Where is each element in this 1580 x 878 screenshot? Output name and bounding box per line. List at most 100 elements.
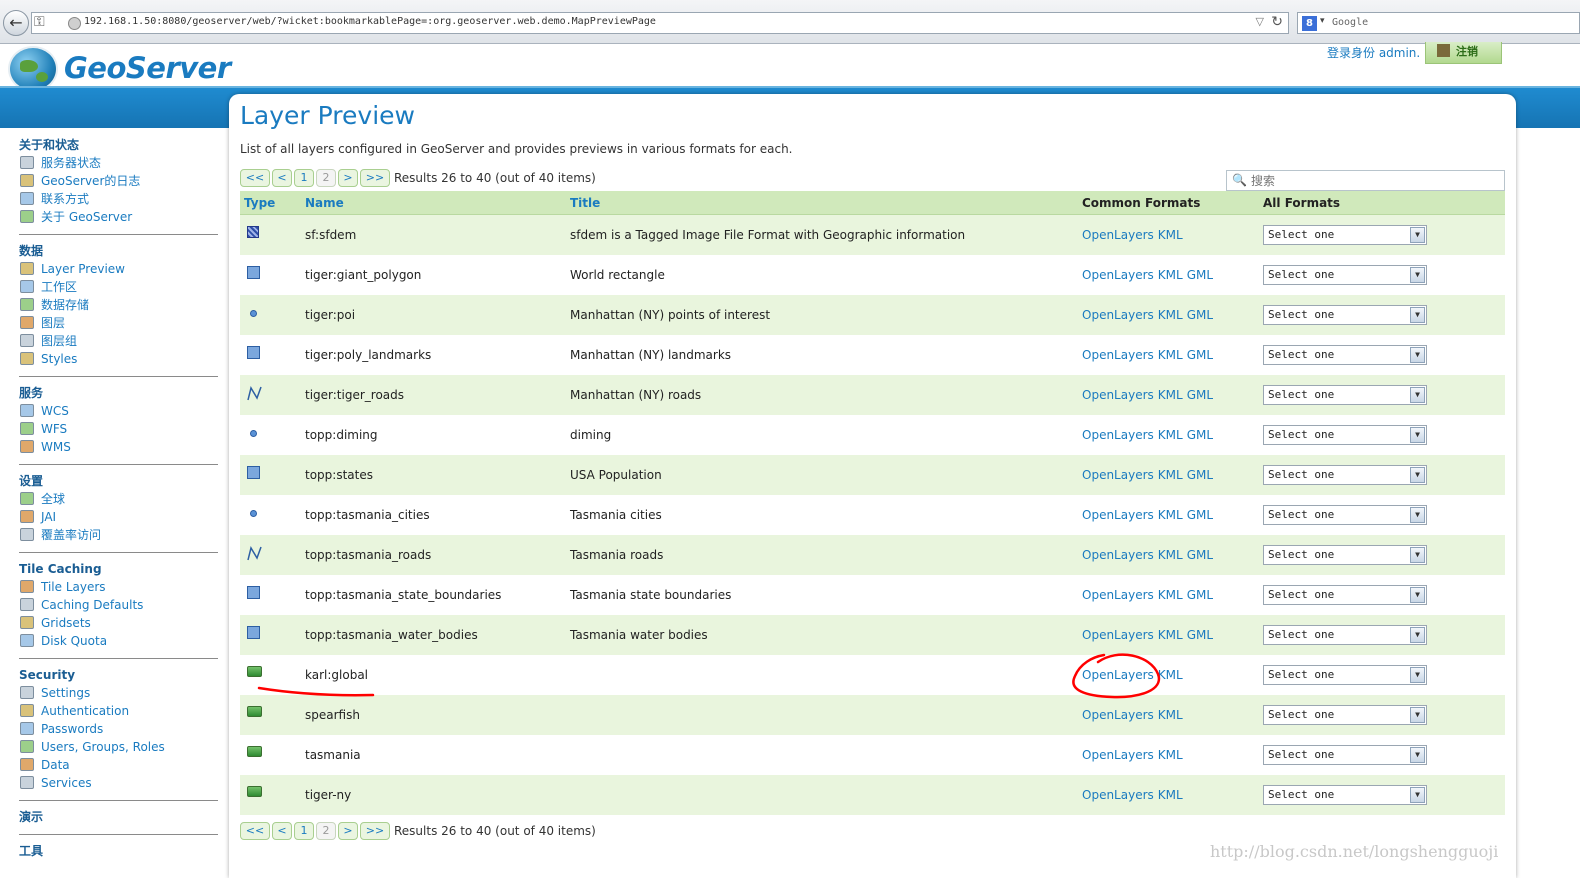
chevron-down-icon[interactable]: ▼ — [1410, 747, 1425, 763]
column-type[interactable]: Type — [244, 196, 275, 210]
format-select[interactable]: Select one ▼ — [1263, 345, 1427, 365]
format-link-kml[interactable]: KML — [1158, 508, 1183, 522]
nav-item[interactable]: WFS — [19, 420, 218, 438]
address-bar[interactable]: ⚿ 192.168.1.50:8080/geoserver/web/?wicke… — [31, 12, 1289, 34]
filter-input[interactable] — [1249, 172, 1499, 189]
pager-first-button[interactable]: << — [240, 169, 270, 187]
format-link-gml[interactable]: GML — [1187, 628, 1213, 642]
search-engine-dropdown-icon[interactable]: ▾ — [1320, 16, 1325, 26]
nav-item[interactable]: 数据存储 — [19, 296, 218, 314]
format-link-gml[interactable]: GML — [1187, 348, 1213, 362]
format-link-gml[interactable]: GML — [1187, 508, 1213, 522]
chevron-down-icon[interactable]: ▼ — [1410, 267, 1425, 283]
pager-last-button[interactable]: >> — [360, 822, 390, 840]
geoserver-logo-text[interactable]: GeoServer — [64, 51, 231, 85]
column-name[interactable]: Name — [305, 196, 344, 210]
format-select[interactable]: Select one ▼ — [1263, 705, 1427, 725]
pager-first-button[interactable]: << — [240, 822, 270, 840]
url-dropdown-icon[interactable]: ▽ — [1256, 15, 1264, 28]
pager-prev-button[interactable]: < — [272, 822, 292, 840]
nav-item[interactable]: 工作区 — [19, 278, 218, 296]
format-link-openlayers[interactable]: OpenLayers — [1082, 668, 1154, 682]
format-link-openlayers[interactable]: OpenLayers — [1082, 748, 1154, 762]
logout-button[interactable]: 注销 — [1425, 42, 1502, 64]
nav-item[interactable]: Data — [19, 756, 218, 774]
nav-item[interactable]: Styles — [19, 350, 218, 368]
pager-next-button[interactable]: > — [338, 822, 358, 840]
format-link-openlayers[interactable]: OpenLayers — [1082, 268, 1154, 282]
format-select[interactable]: Select one ▼ — [1263, 785, 1427, 805]
format-link-gml[interactable]: GML — [1187, 308, 1213, 322]
format-link-kml[interactable]: KML — [1158, 268, 1183, 282]
chevron-down-icon[interactable]: ▼ — [1410, 787, 1425, 803]
nav-item[interactable]: 覆盖率访问 — [19, 526, 218, 544]
nav-item[interactable]: Disk Quota — [19, 632, 218, 650]
format-link-kml[interactable]: KML — [1158, 428, 1183, 442]
format-link-kml[interactable]: KML — [1158, 348, 1183, 362]
pager-page-1[interactable]: 1 — [294, 169, 314, 187]
pager-page-1[interactable]: 1 — [294, 822, 314, 840]
format-select[interactable]: Select one ▼ — [1263, 225, 1427, 245]
format-link-kml[interactable]: KML — [1158, 308, 1183, 322]
chevron-down-icon[interactable]: ▼ — [1410, 707, 1425, 723]
format-select[interactable]: Select one ▼ — [1263, 585, 1427, 605]
format-link-kml[interactable]: KML — [1158, 388, 1183, 402]
nav-item[interactable]: Users, Groups, Roles — [19, 738, 218, 756]
nav-item[interactable]: 全球 — [19, 490, 218, 508]
chevron-down-icon[interactable]: ▼ — [1410, 467, 1425, 483]
format-link-kml[interactable]: KML — [1158, 468, 1183, 482]
chevron-down-icon[interactable]: ▼ — [1410, 227, 1425, 243]
format-select[interactable]: Select one ▼ — [1263, 385, 1427, 405]
pager-next-button[interactable]: > — [338, 169, 358, 187]
pager-last-button[interactable]: >> — [360, 169, 390, 187]
filter-box[interactable]: 🔍 — [1226, 170, 1505, 191]
format-select[interactable]: Select one ▼ — [1263, 425, 1427, 445]
nav-item[interactable]: Caching Defaults — [19, 596, 218, 614]
chevron-down-icon[interactable]: ▼ — [1410, 547, 1425, 563]
format-link-openlayers[interactable]: OpenLayers — [1082, 548, 1154, 562]
format-select[interactable]: Select one ▼ — [1263, 625, 1427, 645]
nav-item[interactable]: 图层组 — [19, 332, 218, 350]
nav-item[interactable]: Tile Layers — [19, 578, 218, 596]
nav-item[interactable]: 服务器状态 — [19, 154, 218, 172]
format-link-openlayers[interactable]: OpenLayers — [1082, 308, 1154, 322]
nav-item[interactable]: Gridsets — [19, 614, 218, 632]
pager-page-2[interactable]: 2 — [316, 169, 336, 187]
chevron-down-icon[interactable]: ▼ — [1410, 627, 1425, 643]
format-link-kml[interactable]: KML — [1158, 628, 1183, 642]
format-select[interactable]: Select one ▼ — [1263, 305, 1427, 325]
chevron-down-icon[interactable]: ▼ — [1410, 427, 1425, 443]
nav-item[interactable]: 关于 GeoServer — [19, 208, 218, 226]
format-link-openlayers[interactable]: OpenLayers — [1082, 628, 1154, 642]
google-icon[interactable]: 8 — [1302, 16, 1317, 31]
format-link-gml[interactable]: GML — [1187, 388, 1213, 402]
format-link-kml[interactable]: KML — [1158, 708, 1183, 722]
nav-item[interactable]: GeoServer的日志 — [19, 172, 218, 190]
format-link-openlayers[interactable]: OpenLayers — [1082, 348, 1154, 362]
chevron-down-icon[interactable]: ▼ — [1410, 307, 1425, 323]
site-identity-icon[interactable] — [68, 17, 81, 30]
format-link-openlayers[interactable]: OpenLayers — [1082, 588, 1154, 602]
column-title[interactable]: Title — [570, 196, 600, 210]
nav-item[interactable]: Services — [19, 774, 218, 792]
format-select[interactable]: Select one ▼ — [1263, 265, 1427, 285]
format-link-openlayers[interactable]: OpenLayers — [1082, 468, 1154, 482]
format-link-gml[interactable]: GML — [1187, 268, 1213, 282]
chevron-down-icon[interactable]: ▼ — [1410, 667, 1425, 683]
back-arrow-icon[interactable]: ← — [3, 10, 29, 36]
browser-search-bar[interactable]: 8 ▾ Google — [1297, 12, 1580, 34]
nav-item[interactable]: JAI — [19, 508, 218, 526]
format-link-openlayers[interactable]: OpenLayers — [1082, 708, 1154, 722]
format-link-kml[interactable]: KML — [1158, 668, 1183, 682]
format-select[interactable]: Select one ▼ — [1263, 665, 1427, 685]
nav-item[interactable]: 图层 — [19, 314, 218, 332]
search-placeholder[interactable]: Google — [1332, 17, 1368, 28]
format-link-gml[interactable]: GML — [1187, 588, 1213, 602]
nav-item[interactable]: Authentication — [19, 702, 218, 720]
nav-item[interactable]: WMS — [19, 438, 218, 456]
pager-page-2[interactable]: 2 — [316, 822, 336, 840]
chevron-down-icon[interactable]: ▼ — [1410, 347, 1425, 363]
chevron-down-icon[interactable]: ▼ — [1410, 507, 1425, 523]
format-link-openlayers[interactable]: OpenLayers — [1082, 228, 1154, 242]
nav-item[interactable]: Layer Preview — [19, 260, 218, 278]
